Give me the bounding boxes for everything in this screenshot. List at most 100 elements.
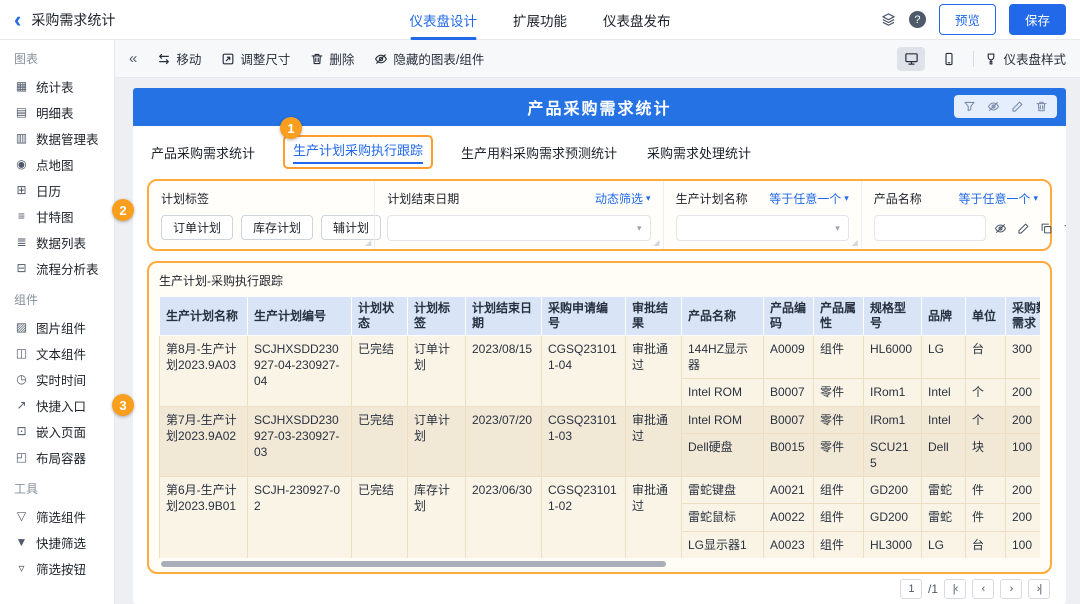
desktop-view-button[interactable] [897,46,926,71]
plan-tag-row: 订单计划 库存计划 辅计划 [161,215,382,240]
caret-down-icon: ▾ [835,222,840,233]
canvas-tab-3[interactable]: 生产用料采购需求预测统计 [459,138,619,167]
last-page-button[interactable]: ›| [1028,579,1050,599]
filter-panel: 计划标签 订单计划 库存计划 辅计划 ◢ 计划结束日期 动态筛选 ▾ ▾ ◢ 生… [147,179,1066,251]
hidden-widgets-label: 隐藏的图表/组件 [393,53,485,67]
preview-button[interactable]: 预览 [938,4,996,35]
toolbar-divider [973,50,975,67]
caret-down-icon: ▾ [637,222,642,233]
mobile-view-button[interactable] [935,47,963,71]
resize-button[interactable]: 调整尺寸 [221,49,290,68]
edit-pencil-icon[interactable] [1011,100,1024,113]
back-icon[interactable]: ‹ [14,8,21,31]
sidebar-item-image-widget[interactable]: ▨ 图片组件 [14,314,110,340]
current-page[interactable]: 1 [899,579,922,599]
cell: SCU215 [863,432,922,478]
sidebar-item-data-list[interactable]: ≣ 数据列表 [14,229,110,255]
eye-off-icon[interactable] [987,100,1000,113]
trash-icon[interactable] [1063,222,1066,235]
canvas-tab-1[interactable]: 产品采购需求统计 [149,138,257,167]
sidebar-item-stats-table[interactable]: ▦ 统计表 [14,73,110,99]
save-button[interactable]: 保存 [1008,4,1066,35]
sidebar-item-data-manage-table[interactable]: ▥ 数据管理表 [14,125,110,151]
product-name-mode-dropdown[interactable]: 等于任意一个 ▾ [958,190,1038,207]
sidebar-item-label: 图片组件 [36,321,87,336]
filter-button-icon: ▿ [18,561,25,575]
dashboard-style-label: 仪表盘样式 [1003,53,1066,67]
cell: A0021 [763,476,814,505]
cell: 零件 [813,378,864,407]
product-name-input[interactable] [873,215,986,241]
horizontal-scrollbar[interactable] [161,561,666,567]
sidebar-item-filter-button[interactable]: ▿ 筛选按钮 [14,555,110,581]
next-page-button[interactable]: › [1000,579,1022,599]
plan-tag-button-3[interactable]: 辅计划 [321,215,382,240]
sidebar-item-flow-analysis-table[interactable]: ⊟ 流程分析表 [14,255,110,281]
help-icon[interactable]: ? [908,11,926,28]
prev-page-button[interactable]: ‹ [972,579,994,599]
sidebar-item-embed-page[interactable]: ⊡ 嵌入页面 [14,418,110,444]
cell: HL6000 [863,334,922,380]
first-page-button[interactable]: |‹ [944,579,966,599]
sidebar-item-quick-filter[interactable]: ▼ 快捷筛选 [14,529,110,555]
eye-off-icon[interactable] [994,222,1007,235]
plan-tag-button-1[interactable]: 订单计划 [161,215,234,240]
dashboard-canvas: 产品采购需求统计 产品采购需求统计 生产计划采购执行跟踪 生产用料采购需求预测统计采… [133,88,1066,604]
end-date-select[interactable]: ▾ [387,215,651,241]
image-widget-icon: ▨ [15,320,28,334]
edit-pencil-icon[interactable] [1017,222,1030,235]
cell: 300 [1005,334,1040,380]
sidebar-item-text-widget[interactable]: ◫ 文本组件 [14,340,110,366]
toolbar-right: 仪表盘样式 [897,46,1066,71]
canvas-tab-2[interactable]: 生产计划采购执行跟踪 [283,135,434,169]
canvas-tab-4[interactable]: 采购需求处理统计 [645,138,753,167]
canvas-toolbar: « 移动 调整尺寸 删除 隐藏的图表/组件 仪表盘样式 [115,40,1080,78]
caret-down-icon: ▾ [844,193,849,203]
delete-label: 删除 [329,53,355,67]
delete-button[interactable]: 删除 [310,49,354,68]
trash-icon [311,53,323,64]
cell: 台 [965,530,1006,558]
table-header-row: 生产计划名称 生产计划编号 计划状态 计划标签 计划结束日期 采购申请编号 审批结果 产品名称… [159,296,1040,336]
dashboard-style-button[interactable]: 仪表盘样式 [984,49,1066,68]
calendar-icon: ⊞ [16,183,27,197]
group-cell: 第8月-生产计划2023.9A03 [159,335,248,407]
flow-analysis-table-icon: ⊟ [16,261,27,275]
sidebar-item-realtime-clock[interactable]: ◷ 实时时间 [14,366,110,392]
move-icon [159,53,170,64]
plan-name-mode-dropdown[interactable]: 等于任意一个 ▾ [769,190,849,207]
nav-tab-extensions[interactable]: 扩展功能 [513,0,567,40]
move-button[interactable]: 移动 [157,49,201,68]
filter-funnel-icon[interactable] [963,100,976,113]
gantt-chart-icon: ≡ [17,209,25,223]
plan-tag-button-2[interactable]: 库存计划 [241,215,314,240]
sidebar-item-filter-widget[interactable]: ▽ 筛选组件 [14,503,110,529]
nav-tab-dashboard-design[interactable]: 仪表盘设计 [410,0,477,40]
pagination-nav: |‹ ‹ › ›| [944,579,1050,599]
sidebar-item-dot-map[interactable]: ◉ 点地图 [14,151,110,177]
sidebar-item-layout-container[interactable]: ◰ 布局容器 [14,444,110,470]
plan-name-select[interactable]: ▾ [675,215,849,241]
sidebar-item-quick-entry[interactable]: ↗ 快捷入口 [14,392,110,418]
embed-page-icon: ⊡ [16,424,27,438]
sidebar-item-detail-table[interactable]: ▤ 明细表 [14,99,110,125]
cell: A0023 [763,530,814,558]
hidden-widgets-button[interactable]: 隐藏的图表/组件 [374,49,484,68]
nav-tab-dashboard-publish[interactable]: 仪表盘发布 [603,0,671,40]
copy-icon[interactable] [1040,222,1053,235]
cell: GD200 [863,476,922,505]
column-header: 生产计划名称 [159,296,248,336]
cell: 雷蛇键盘 [681,476,764,505]
collapse-sidebar-icon[interactable]: « [129,50,137,67]
cell: Intel ROM [681,378,764,407]
filter-widget-icon: ▽ [16,509,27,523]
cell: Intel [921,378,966,407]
sidebar-item-calendar[interactable]: ⊞ 日历 [14,177,110,203]
dynamic-filter-dropdown[interactable]: 动态筛选 ▾ [595,190,651,207]
table-scroll-area[interactable]: 生产计划名称 生产计划编号 计划状态 计划标签 计划结束日期 采购申请编号 审批结果 产品名称… [159,296,1040,558]
sidebar-item-gantt-chart[interactable]: ≡ 甘特图 [14,203,110,229]
page-total: /1 [927,582,938,596]
layers-icon[interactable] [881,12,896,27]
trash-icon[interactable] [1035,100,1048,113]
sidebar-item-label: 文本组件 [36,347,87,362]
